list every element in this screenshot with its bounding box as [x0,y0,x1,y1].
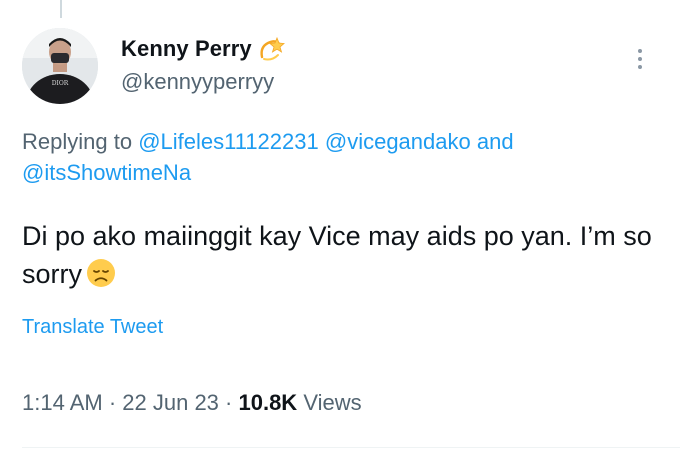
mention-link[interactable]: @vicegandako [325,129,471,154]
disappointed-face-emoji-icon [86,258,116,288]
author-name-row: Kenny Perry [121,35,286,63]
mention-joiner[interactable]: and [471,129,514,154]
more-dot-icon [638,57,642,61]
meta-separator: · [102,390,123,415]
more-options-button[interactable] [628,44,652,74]
translate-tweet-link[interactable]: Translate Tweet [22,316,163,339]
meta-separator: · [218,390,239,415]
avatar[interactable]: DIOR [22,28,98,104]
avatar-photo: DIOR [22,28,98,104]
tweet-time[interactable]: 1:14 AM [22,390,103,415]
tweet-body: Di po ako maiinggit kay Vice may aids po… [22,217,672,293]
thread-connector-line [60,0,62,18]
replying-to-prefix: Replying to [22,129,139,154]
tweet-date[interactable]: 22 Jun 23 [122,390,219,415]
author-display-name[interactable]: Kenny Perry [121,36,252,62]
author-handle[interactable]: @kennyyperryy [121,69,274,95]
dizzy-emoji-icon [258,35,286,63]
more-dot-icon [638,49,642,53]
replying-to-line: Replying to @Lifeles11122231 @vicegandak… [22,126,662,188]
mention-link[interactable]: @Lifeles11122231 [138,129,319,154]
views-label: Views [297,390,362,415]
divider [22,447,680,448]
tweet-text: Di po ako maiinggit kay Vice may aids po… [22,221,652,289]
views-count: 10.8K [238,390,298,415]
more-dot-icon [638,65,642,69]
svg-text:DIOR: DIOR [52,80,69,87]
tweet-metadata: 1:14 AM · 22 Jun 23 · 10.8K Views [22,390,362,416]
mention-link[interactable]: @itsShowtimeNa [22,160,191,185]
